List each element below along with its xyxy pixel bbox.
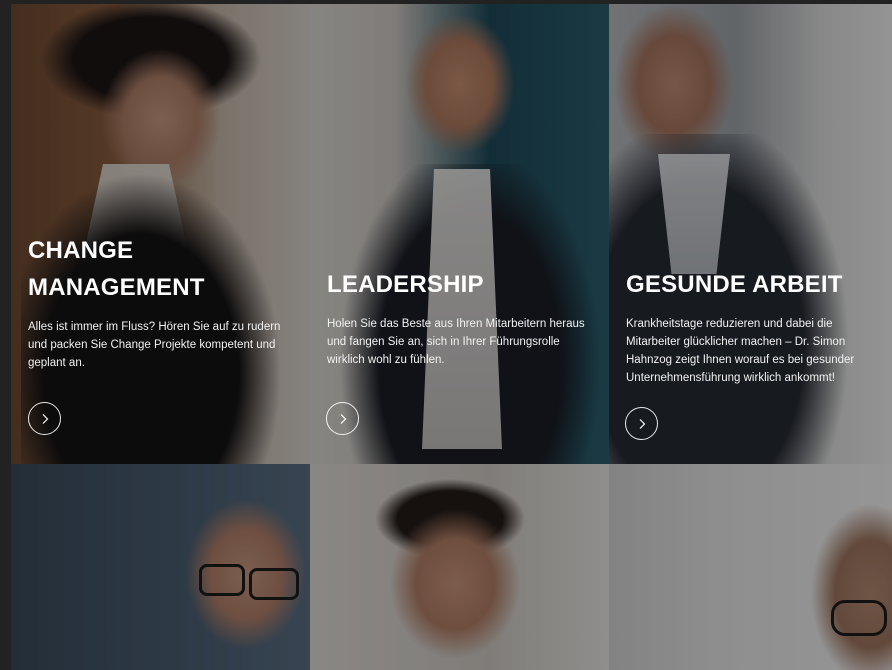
chevron-right-icon <box>340 413 346 424</box>
tile-gesunde-arbeit[interactable]: GESUNDE ARBEIT Krankheitstage reduzieren… <box>609 4 892 464</box>
tile-photo-man-profile[interactable] <box>609 464 892 670</box>
page: CHANGE MANAGEMENT Alles ist immer im Flu… <box>0 0 892 670</box>
tile-photo-man-glasses[interactable] <box>11 464 310 670</box>
tile-title: GESUNDE ARBEIT <box>626 271 843 298</box>
service-grid: CHANGE MANAGEMENT Alles ist immer im Flu… <box>11 4 892 670</box>
tile-description: Krankheitstage reduzieren und dabei die … <box>626 318 855 384</box>
tile-description: Holen Sie das Beste aus Ihren Mitarbeite… <box>327 318 585 366</box>
chevron-right-icon <box>639 418 645 429</box>
more-button[interactable] <box>28 402 61 435</box>
tile-caption: GESUNDE ARBEIT Krankheitstage reduzieren… <box>626 266 880 387</box>
tile-title: CHANGE MANAGEMENT <box>28 237 205 301</box>
more-button[interactable] <box>625 407 658 440</box>
tile-photo-man-smiling[interactable] <box>310 464 609 670</box>
tile-caption: LEADERSHIP Holen Sie das Beste aus Ihren… <box>327 266 597 369</box>
tile-title: LEADERSHIP <box>327 271 484 298</box>
tile-change-management[interactable]: CHANGE MANAGEMENT Alles ist immer im Flu… <box>11 4 310 464</box>
tile-leadership[interactable]: LEADERSHIP Holen Sie das Beste aus Ihren… <box>310 4 609 464</box>
more-button[interactable] <box>326 402 359 435</box>
tile-caption: CHANGE MANAGEMENT Alles ist immer im Flu… <box>28 232 298 372</box>
chevron-right-icon <box>42 413 48 424</box>
tile-description: Alles ist immer im Fluss? Hören Sie auf … <box>28 321 281 369</box>
